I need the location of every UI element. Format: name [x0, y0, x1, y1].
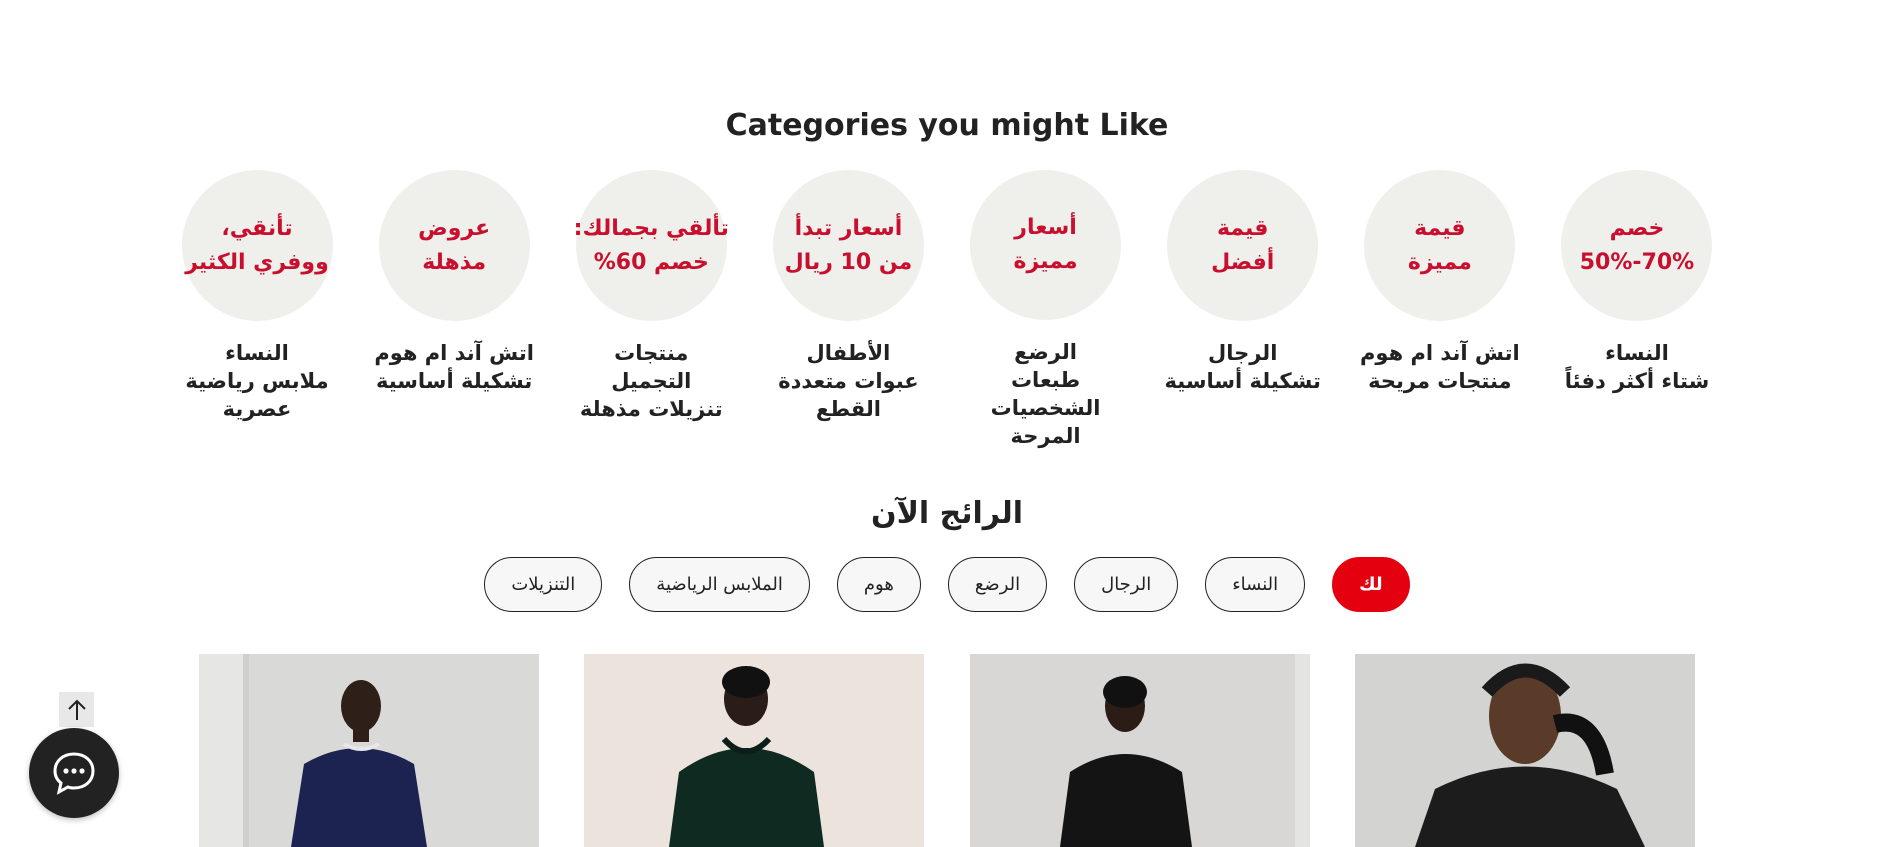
promo-line: عروض [418, 215, 491, 241]
categories-list: خصم 70%-50% النساء شتاء أكثر دفئاً قيمة … [177, 170, 1717, 450]
label-line: تشكيلة أساسية [1164, 369, 1321, 393]
category-promo-circle[interactable]: تأنقي، ووفري الكثير [181, 170, 333, 321]
promo-line: 70%-50% [1579, 249, 1695, 275]
trending-title: الرائج الآن [870, 496, 1024, 531]
category-promo-circle[interactable]: قيمة أفضل [1167, 170, 1319, 321]
model-dark-green-hoodie-image [584, 654, 924, 847]
promo-line: مميزة [1013, 249, 1078, 274]
label-line: الرضع [1014, 340, 1077, 364]
category-promo-circle[interactable]: عروض مذهلة [378, 170, 530, 321]
category-card[interactable]: قيمة مميزة اتش آند ام هوم منتجات مريحة [1360, 170, 1520, 450]
promo-line: تأنقي، [221, 215, 293, 241]
product-card[interactable] [199, 654, 539, 847]
filter-pill-home[interactable]: هوم [836, 557, 921, 612]
promo-line: أفضل [1211, 249, 1275, 275]
model-black-hoodie-image [970, 654, 1310, 847]
label-line: الأطفال [806, 341, 891, 365]
label-line: ملابس رياضية [185, 369, 329, 393]
chat-button[interactable] [29, 728, 119, 818]
filter-pill-sale[interactable]: التنزيلات [484, 557, 603, 612]
label-line: تشكيلة أساسية [375, 369, 533, 393]
scroll-to-top-button[interactable] [59, 692, 94, 727]
filter-pill-for-you[interactable]: لك [1332, 557, 1410, 612]
trending-filter-tabs: لك النساء الرجال الرضع هوم الملابس الريا… [0, 557, 1894, 612]
label-line: النساء [225, 341, 289, 365]
label-line: عبوات متعددة [778, 369, 919, 393]
category-label[interactable]: اتش آند ام هوم تشكيلة أساسية [374, 339, 534, 395]
label-line: اتش آند ام هوم [1360, 341, 1520, 365]
promo-line: تألقي بجمالك: [573, 215, 729, 241]
category-card[interactable]: تألقي بجمالك: خصم 60% منتجات التجميل تنز… [571, 170, 731, 450]
label-line: النساء [1605, 341, 1669, 365]
category-label[interactable]: الرجال تشكيلة أساسية [1165, 339, 1321, 395]
chat-bubble-icon [53, 752, 95, 795]
label-line: تنزيلات مذهلة [579, 397, 723, 421]
promo-line: أسعار [1014, 215, 1077, 240]
category-label[interactable]: اتش آند ام هوم منتجات مريحة [1360, 339, 1520, 395]
promo-line: ووفري الكثير [185, 249, 329, 275]
product-card[interactable] [584, 654, 924, 847]
label-line: القطع [815, 397, 881, 421]
filter-pill-sportswear[interactable]: الملابس الرياضية [629, 557, 810, 612]
label-line: منتجات التجميل [611, 341, 692, 393]
product-card[interactable] [970, 654, 1310, 847]
promo-line: خصم 60% [593, 249, 709, 275]
category-label[interactable]: الأطفال عبوات متعددة القطع [778, 339, 918, 423]
promo-line: مذهلة [422, 249, 487, 275]
trending-products-grid [199, 654, 1695, 847]
category-card[interactable]: قيمة أفضل الرجال تشكيلة أساسية [1163, 170, 1323, 450]
label-line: الرجال [1208, 341, 1278, 365]
model-navy-sweatshirt-image [199, 654, 539, 847]
model-black-puffer-jacket-image [1355, 654, 1695, 847]
label-line: منتجات مريحة [1368, 369, 1512, 393]
promo-line: قيمة [1414, 215, 1466, 241]
category-label[interactable]: منتجات التجميل تنزيلات مذهلة [571, 339, 731, 423]
category-label[interactable]: النساء شتاء أكثر دفئاً [1565, 339, 1710, 395]
category-card[interactable]: أسعار مميزة الرضع طبعات الشخصيات المرحة [966, 170, 1126, 450]
categories-title: Categories you might Like [725, 108, 1169, 143]
promo-line: قيمة [1216, 215, 1269, 241]
label-line: اتش آند ام هوم [374, 341, 534, 365]
label-line: طبعات [1010, 368, 1081, 392]
promo-line: من 10 ريال [784, 249, 913, 275]
category-promo-circle[interactable]: أسعار تبدأ من 10 ريال [772, 170, 924, 321]
promo-line: خصم [1609, 215, 1665, 241]
category-card[interactable]: أسعار تبدأ من 10 ريال الأطفال عبوات متعد… [768, 170, 928, 450]
category-label[interactable]: النساء ملابس رياضية عصرية [185, 339, 328, 423]
promo-line: أسعار تبدأ [794, 215, 903, 241]
category-card[interactable]: تأنقي، ووفري الكثير النساء ملابس رياضية … [177, 170, 337, 450]
category-card[interactable]: عروض مذهلة اتش آند ام هوم تشكيلة أساسية [374, 170, 534, 450]
category-label[interactable]: الرضع طبعات الشخصيات المرحة [991, 338, 1101, 450]
arrow-up-icon [67, 699, 86, 720]
category-promo-circle[interactable]: تألقي بجمالك: خصم 60% [573, 170, 729, 321]
label-line: شتاء أكثر دفئاً [1564, 369, 1710, 393]
label-line: الشخصيات [990, 396, 1101, 420]
filter-pill-baby[interactable]: الرضع [947, 557, 1048, 612]
promo-line: مميزة [1407, 249, 1472, 275]
category-card[interactable]: خصم 70%-50% النساء شتاء أكثر دفئاً [1557, 170, 1717, 450]
filter-pill-men[interactable]: الرجال [1074, 557, 1179, 612]
label-line: المرحة [1010, 424, 1081, 448]
category-promo-circle[interactable]: خصم 70%-50% [1561, 170, 1713, 321]
product-card[interactable] [1355, 654, 1695, 847]
filter-pill-women[interactable]: النساء [1205, 557, 1306, 612]
label-line: عصرية [222, 397, 292, 421]
category-promo-circle[interactable]: أسعار مميزة [970, 170, 1122, 320]
category-promo-circle[interactable]: قيمة مميزة [1364, 170, 1516, 321]
